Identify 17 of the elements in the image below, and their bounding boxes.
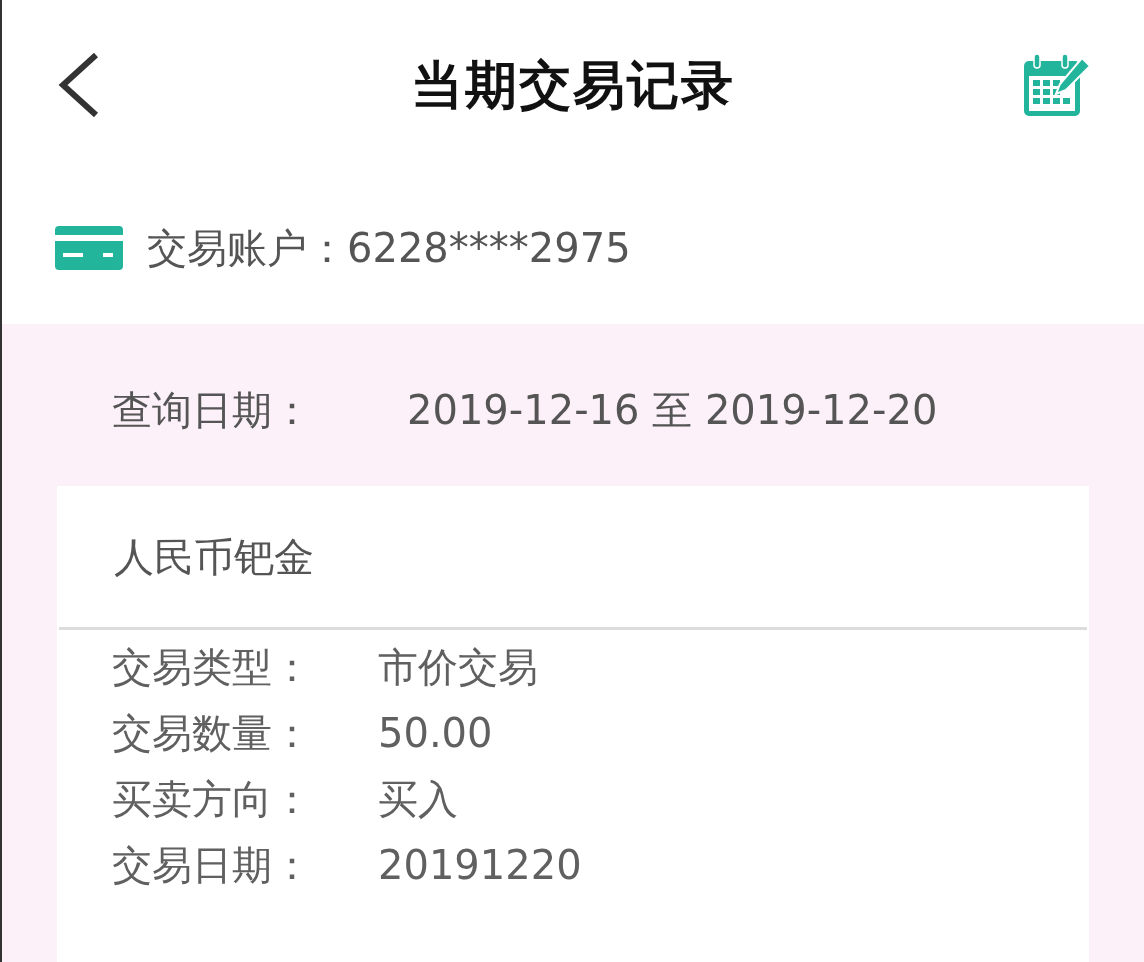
field-label: 买卖方向：	[112, 775, 313, 823]
account-text: 交易账户：6228****2975	[147, 224, 631, 272]
field-label: 交易类型：	[112, 643, 313, 691]
chevron-left-icon	[58, 53, 100, 117]
calendar-edit-button[interactable]	[1022, 52, 1092, 118]
field-value: 20191220	[378, 841, 582, 889]
card-icon	[55, 226, 123, 270]
field-label: 交易日期：	[112, 841, 313, 889]
calendar-pencil-icon	[1022, 52, 1092, 118]
field-value: 市价交易	[378, 643, 538, 691]
field-value: 买入	[378, 775, 458, 823]
query-date-value: 2019-12-16 至 2019-12-20	[407, 386, 938, 434]
field-label: 交易数量：	[112, 709, 313, 757]
product-name: 人民币钯金	[114, 532, 314, 581]
field-value: 50.00	[378, 709, 493, 757]
query-date-label: 查询日期：	[112, 386, 313, 434]
page-title: 当期交易记录	[411, 53, 735, 117]
